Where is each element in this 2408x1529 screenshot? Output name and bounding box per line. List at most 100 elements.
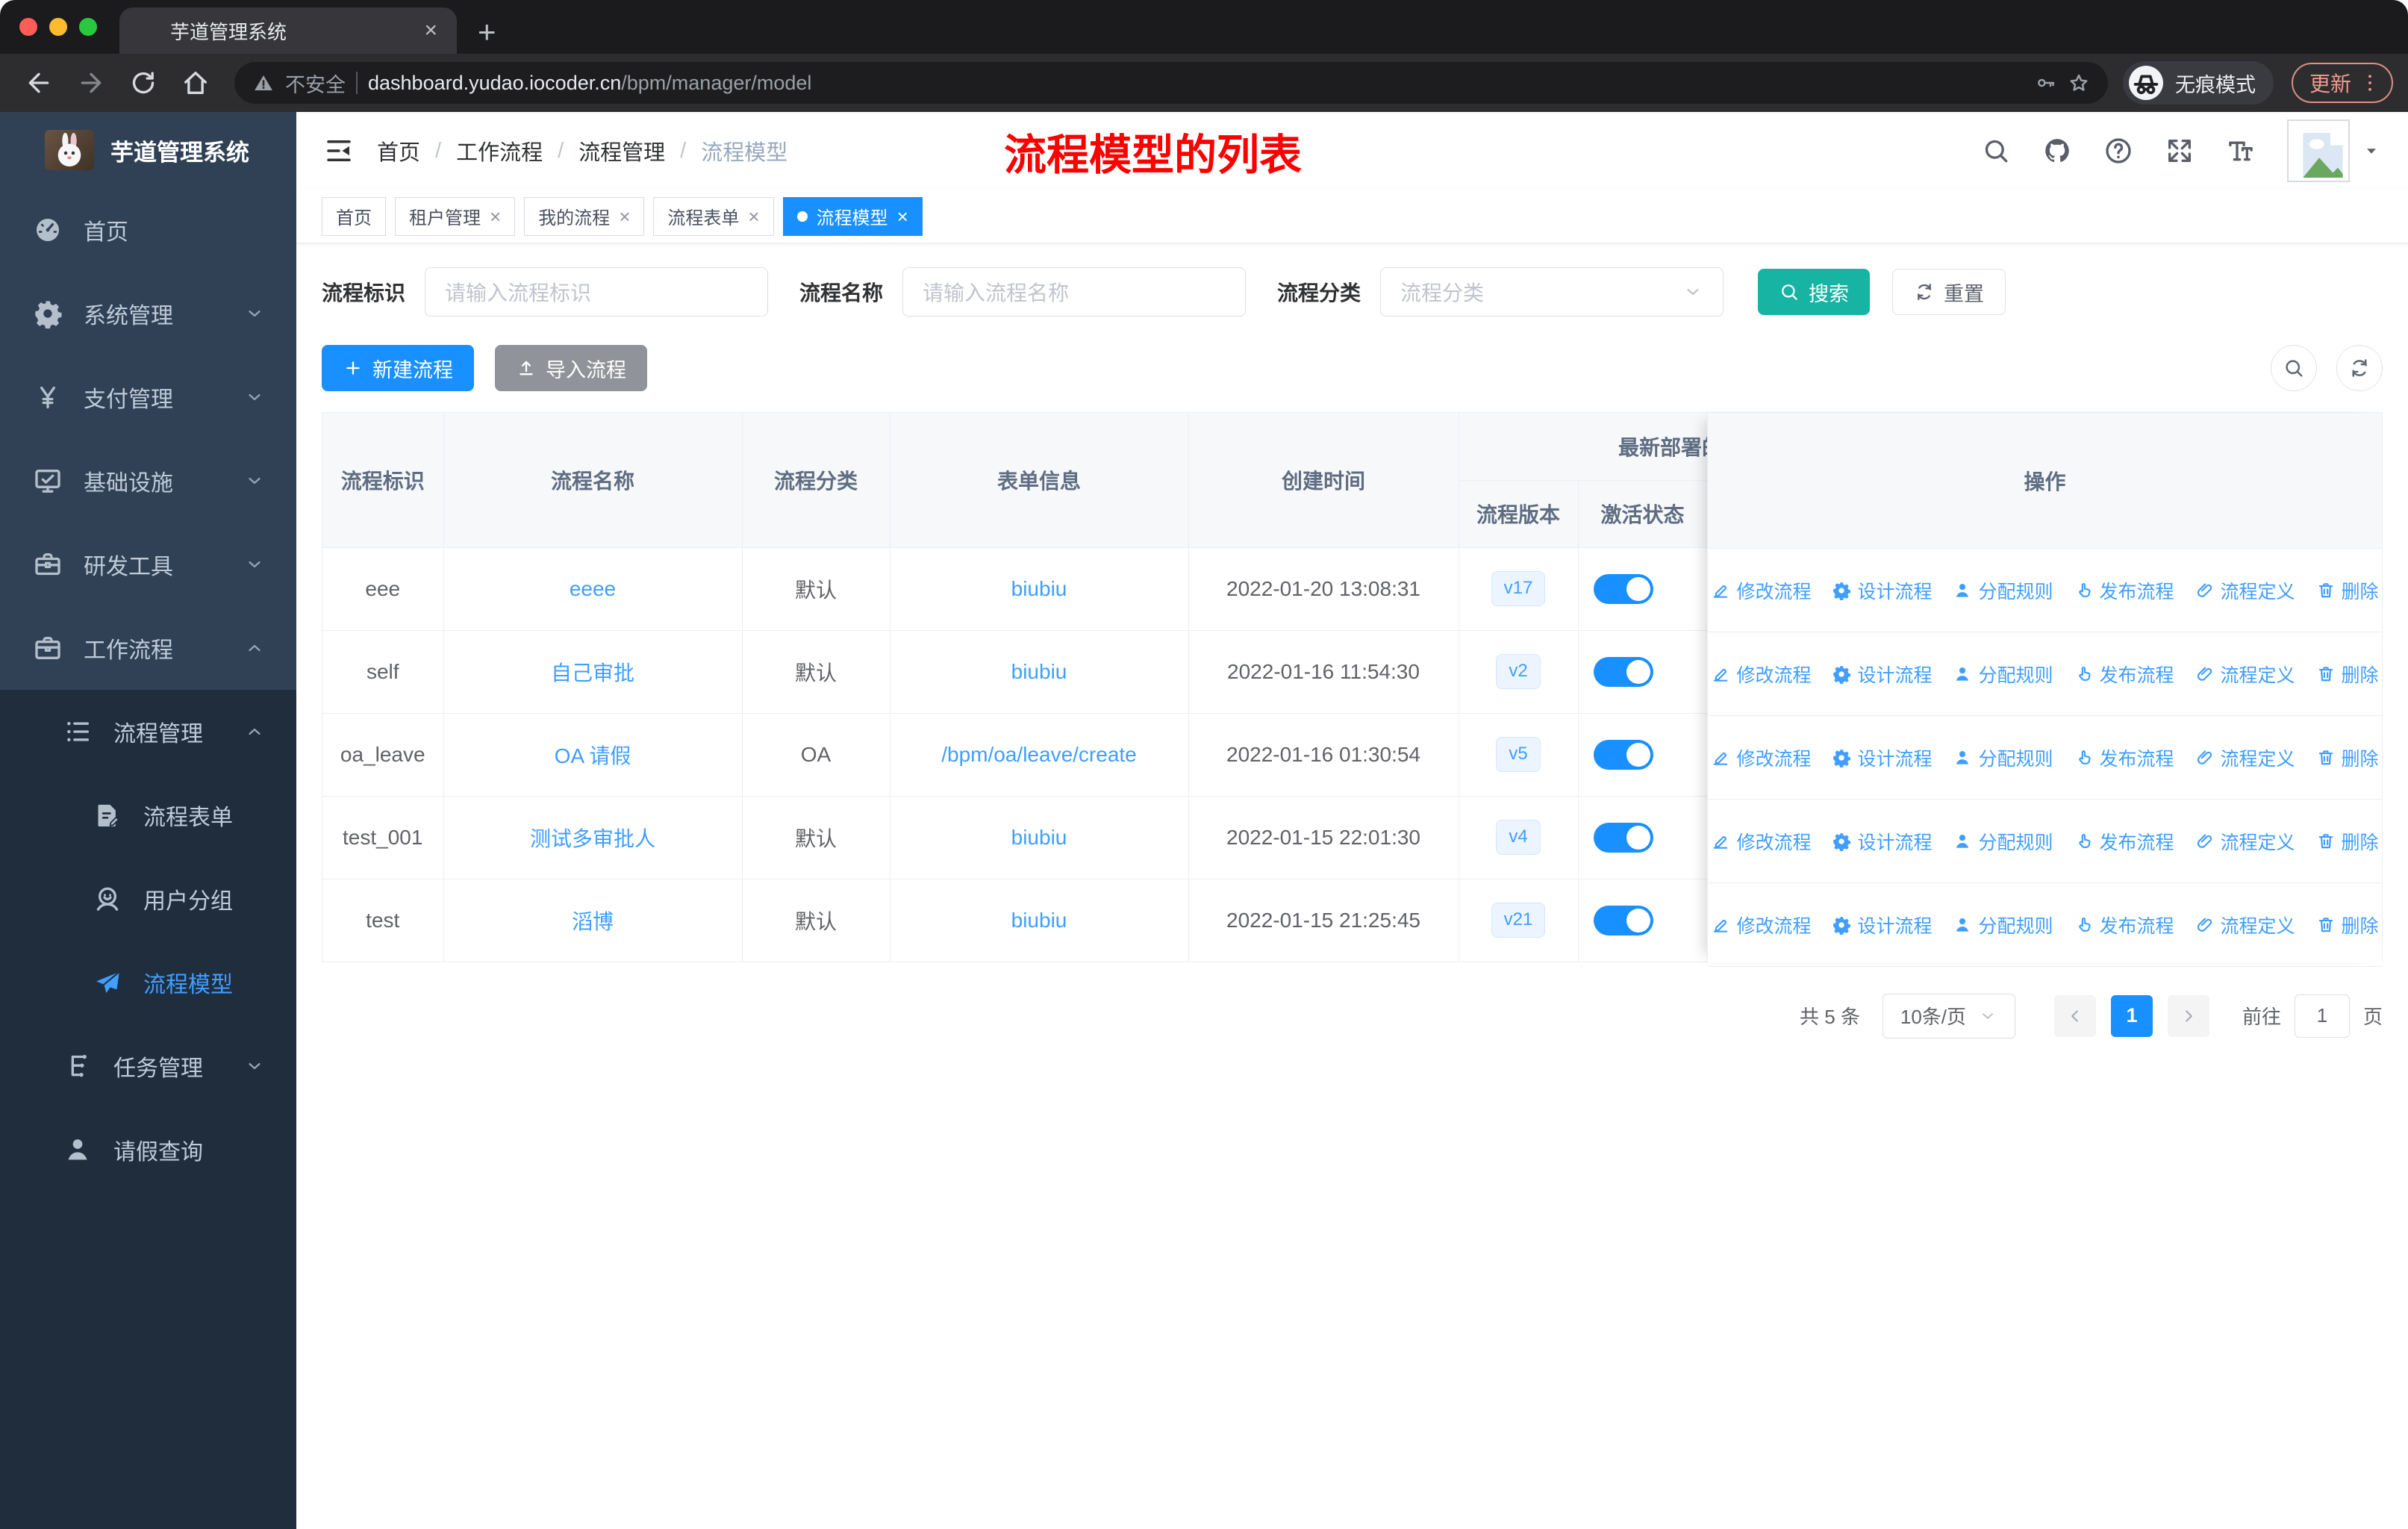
sidebar-fold-icon[interactable] [323,135,355,166]
import-process-button[interactable]: 导入流程 [495,345,647,391]
breadcrumb-item[interactable]: 流程管理 [578,135,665,166]
browser-update-button[interactable]: 更新 [2291,63,2393,103]
search-icon[interactable] [1981,136,2011,166]
sidebar-item-dev-tools[interactable]: 研发工具 [0,523,296,606]
back-icon[interactable] [24,68,54,98]
active-toggle[interactable] [1593,822,1653,853]
publish-process-link[interactable]: 发布流程 [2074,912,2174,938]
tag-2[interactable]: 我的流程 × [524,196,645,236]
sidebar-item-process-form[interactable]: 流程表单 [0,773,296,857]
tag-close-icon[interactable]: × [897,207,908,226]
assign-rule-link[interactable]: 分配规则 [1953,577,2053,604]
process-name-link[interactable]: eeee [570,577,616,600]
active-toggle[interactable] [1593,573,1653,604]
sidebar-item-home[interactable]: 首页 [0,188,296,272]
reset-button[interactable]: 重置 [1892,269,2006,315]
address-bar[interactable]: 不安全 dashboard.yudao.iocoder.cn/bpm/manag… [234,62,2108,104]
sidebar-item-payment-management[interactable]: 支付管理 [0,355,296,439]
reload-icon[interactable] [128,68,158,98]
home-icon[interactable] [181,68,210,98]
publish-process-link[interactable]: 发布流程 [2074,744,2174,771]
toggle-search-button[interactable] [2271,345,2317,391]
process-name-link[interactable]: 滔博 [572,910,614,933]
process-definition-link[interactable]: 流程定义 [2195,912,2295,938]
process-name-input[interactable]: 请输入流程名称 [902,267,1247,317]
delete-link[interactable]: 删除 [2316,577,2379,604]
breadcrumb-item[interactable]: 工作流程 [456,135,543,166]
delete-link[interactable]: 删除 [2316,661,2379,688]
assign-rule-link[interactable]: 分配规则 [1953,912,2053,938]
delete-link[interactable]: 删除 [2316,828,2379,855]
process-category-select[interactable]: 流程分类 [1380,267,1724,317]
zoom-window-button[interactable] [79,18,97,36]
tag-0[interactable]: 首页 [322,196,386,236]
github-icon[interactable] [2042,136,2072,166]
next-page-button[interactable] [2167,994,2209,1037]
design-process-link[interactable]: 设计流程 [1832,828,1932,855]
tag-close-icon[interactable]: × [490,207,501,226]
new-tab-button[interactable]: + [478,10,496,55]
tag-close-icon[interactable]: × [748,207,759,226]
sidebar-item-user-group[interactable]: 用户分组 [0,857,296,941]
form-info-link[interactable]: biubiu [1011,909,1067,932]
refresh-table-button[interactable] [2336,345,2383,391]
assign-rule-link[interactable]: 分配规则 [1953,744,2053,771]
design-process-link[interactable]: 设计流程 [1832,744,1932,771]
tag-close-icon[interactable]: × [619,207,630,226]
active-toggle[interactable] [1593,905,1653,935]
form-info-link[interactable]: biubiu [1011,826,1067,849]
close-window-button[interactable] [19,18,37,36]
user-menu[interactable] [2287,119,2381,182]
process-definition-link[interactable]: 流程定义 [2195,744,2295,771]
design-process-link[interactable]: 设计流程 [1832,577,1932,604]
process-definition-link[interactable]: 流程定义 [2195,577,2295,604]
assign-rule-link[interactable]: 分配规则 [1953,661,2053,688]
tag-4[interactable]: 流程模型 × [782,196,923,236]
tag-1[interactable]: 租户管理 × [395,196,516,236]
sidebar-item-system-management[interactable]: 系统管理 [0,272,296,355]
process-name-link[interactable]: 自己审批 [551,661,634,685]
avatar[interactable] [2287,119,2350,182]
sidebar-item-infrastructure[interactable]: 基础设施 [0,439,296,523]
page-size-select[interactable]: 10条/页 [1882,993,2015,1038]
font-size-icon[interactable] [2226,136,2256,166]
page-number-button[interactable]: 1 [2110,994,2153,1037]
browser-tab[interactable]: 芋道管理系统 × [119,7,457,54]
process-name-link[interactable]: OA 请假 [555,744,631,767]
sidebar-item-leave-query[interactable]: 请假查询 [0,1108,296,1192]
fullscreen-icon[interactable] [2165,136,2195,166]
sidebar-item-process-model[interactable]: 流程模型 [0,941,296,1024]
assign-rule-link[interactable]: 分配规则 [1953,828,2053,855]
sidebar-item-process-management[interactable]: 流程管理 [0,690,296,773]
prev-page-button[interactable] [2053,994,2096,1037]
breadcrumb-item[interactable]: 首页 [377,135,420,166]
browser-menu-icon[interactable] [2359,72,2381,94]
modify-process-link[interactable]: 修改流程 [1711,828,1811,855]
form-info-link[interactable]: biubiu [1011,660,1067,683]
sidebar-item-task-management[interactable]: 任务管理 [0,1024,296,1108]
help-icon[interactable] [2103,136,2133,166]
search-button[interactable]: 搜索 [1758,269,1871,315]
design-process-link[interactable]: 设计流程 [1832,912,1932,938]
sidebar-item-workflow[interactable]: 工作流程 [0,606,296,690]
process-definition-link[interactable]: 流程定义 [2195,828,2295,855]
process-name-link[interactable]: 测试多审批人 [530,827,655,850]
active-toggle[interactable] [1593,739,1653,770]
tab-close-icon[interactable]: × [421,18,440,43]
tag-3[interactable]: 流程表单 × [653,196,774,236]
process-key-input[interactable]: 请输入流程标识 [425,267,769,317]
form-info-link[interactable]: /bpm/oa/leave/create [941,743,1137,766]
minimize-window-button[interactable] [49,18,67,36]
create-process-button[interactable]: 新建流程 [322,345,474,391]
modify-process-link[interactable]: 修改流程 [1711,661,1811,688]
form-info-link[interactable]: biubiu [1011,577,1067,600]
modify-process-link[interactable]: 修改流程 [1711,912,1811,938]
delete-link[interactable]: 删除 [2316,912,2379,938]
publish-process-link[interactable]: 发布流程 [2074,828,2174,855]
process-definition-link[interactable]: 流程定义 [2195,661,2295,688]
key-icon[interactable] [2035,72,2057,94]
goto-page-input[interactable]: 1 [2294,994,2350,1038]
publish-process-link[interactable]: 发布流程 [2074,577,2174,604]
active-toggle[interactable] [1593,656,1653,687]
design-process-link[interactable]: 设计流程 [1832,661,1932,688]
